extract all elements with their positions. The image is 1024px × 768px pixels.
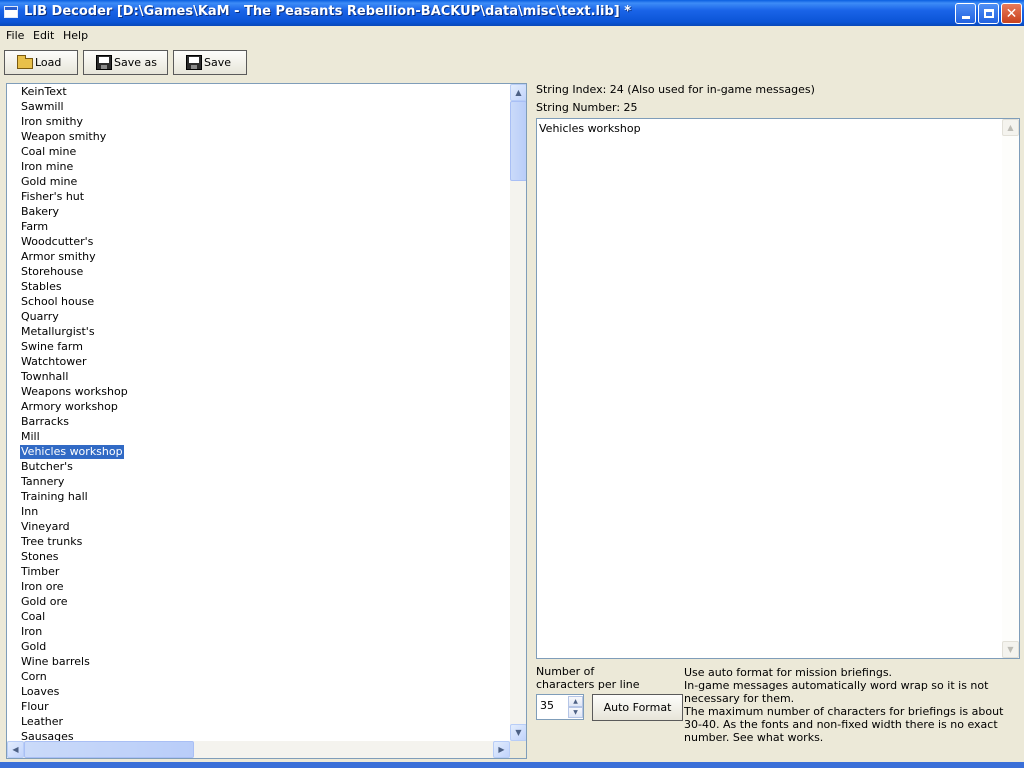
list-vertical-scroll-thumb[interactable]: [510, 101, 526, 181]
list-item[interactable]: Iron ore: [20, 580, 65, 594]
floppy-disk-icon: [96, 55, 112, 70]
scroll-right-arrow-icon[interactable]: ▶: [493, 741, 510, 758]
chars-per-line-label-2: characters per line: [536, 678, 640, 691]
chars-per-line-value[interactable]: 35: [540, 699, 554, 712]
list-item[interactable]: Sausages: [20, 730, 75, 741]
save-as-button[interactable]: Save as: [83, 50, 168, 75]
list-item[interactable]: Weapons workshop: [20, 385, 129, 399]
open-folder-icon: [17, 55, 33, 69]
string-list[interactable]: KeinText Sawmill Iron smithy Weapon smithy C…: [6, 83, 527, 759]
maximize-button[interactable]: [978, 3, 999, 24]
list-item[interactable]: Iron mine: [20, 160, 74, 174]
app-icon[interactable]: [4, 6, 18, 18]
list-horizontal-scroll-thumb[interactable]: [24, 741, 194, 758]
close-button[interactable]: ✕: [1001, 3, 1022, 24]
menu-edit[interactable]: Edit: [31, 29, 56, 42]
app-window: LIB Decoder [D:\Games\KaM - The Peasants…: [0, 0, 1024, 768]
list-item[interactable]: Swine farm: [20, 340, 84, 354]
string-text-editor[interactable]: Vehicles workshop ▲ ▼: [536, 118, 1020, 659]
string-list-items: KeinText Sawmill Iron smithy Weapon smithy C…: [7, 84, 510, 741]
minimize-icon: [961, 16, 970, 19]
editor-scroll-up-arrow-icon[interactable]: ▲: [1002, 119, 1019, 136]
list-item[interactable]: Quarry: [20, 310, 60, 324]
list-item[interactable]: Coal: [20, 610, 46, 624]
floppy-disk-icon: [186, 55, 202, 70]
list-item[interactable]: Bakery: [20, 205, 60, 219]
auto-format-help-text: Use auto format for mission briefings. I…: [684, 666, 1020, 744]
spin-down-arrow-icon[interactable]: ▼: [568, 707, 583, 718]
list-item[interactable]: Metallurgist's: [20, 325, 96, 339]
list-item[interactable]: Armory workshop: [20, 400, 119, 414]
list-vertical-scrollbar[interactable]: ▲ ▼: [510, 84, 526, 741]
scrollbar-corner: [510, 741, 526, 758]
load-button-label: Load: [35, 56, 62, 69]
editor-vertical-scrollbar[interactable]: ▲ ▼: [1002, 119, 1019, 658]
list-item[interactable]: Vineyard: [20, 520, 71, 534]
menu-help[interactable]: Help: [61, 29, 90, 42]
list-item[interactable]: Wine barrels: [20, 655, 91, 669]
save-button-label: Save: [204, 56, 232, 69]
restore-icon: [983, 9, 994, 18]
window-title: LIB Decoder [D:\Games\KaM - The Peasants…: [24, 4, 632, 19]
spin-up-arrow-icon[interactable]: ▲: [568, 696, 583, 707]
close-icon: ✕: [1005, 5, 1018, 22]
list-item[interactable]: Gold: [20, 640, 47, 654]
list-item[interactable]: Armor smithy: [20, 250, 97, 264]
string-number-label: String Number: 25: [536, 101, 638, 114]
list-horizontal-scrollbar[interactable]: ◀ ▶: [7, 741, 510, 758]
list-item[interactable]: Corn: [20, 670, 48, 684]
editor-scroll-down-arrow-icon[interactable]: ▼: [1002, 641, 1019, 658]
title-bar[interactable]: LIB Decoder [D:\Games\KaM - The Peasants…: [0, 0, 1024, 26]
list-item[interactable]: Tannery: [20, 475, 65, 489]
list-item[interactable]: Mill: [20, 430, 41, 444]
list-item[interactable]: Watchtower: [20, 355, 88, 369]
save-as-button-label: Save as: [114, 56, 157, 69]
list-item[interactable]: Gold mine: [20, 175, 78, 189]
load-button[interactable]: Load: [4, 50, 78, 75]
list-item[interactable]: Stables: [20, 280, 63, 294]
list-item[interactable]: Gold ore: [20, 595, 69, 609]
list-item[interactable]: KeinText: [20, 85, 68, 99]
list-item[interactable]: Iron: [20, 625, 43, 639]
list-item[interactable]: Storehouse: [20, 265, 84, 279]
list-item[interactable]: Timber: [20, 565, 60, 579]
menu-file[interactable]: File: [4, 29, 26, 42]
menu-bar: File Edit Help: [0, 26, 1024, 46]
minimize-button[interactable]: [955, 3, 976, 24]
auto-format-button[interactable]: Auto Format: [592, 694, 683, 721]
list-item[interactable]: Sawmill: [20, 100, 65, 114]
help-text-line: The maximum number of characters for bri…: [684, 705, 1004, 744]
list-item[interactable]: School house: [20, 295, 95, 309]
list-item[interactable]: Inn: [20, 505, 39, 519]
list-item[interactable]: Tree trunks: [20, 535, 83, 549]
list-item[interactable]: Weapon smithy: [20, 130, 107, 144]
list-item[interactable]: Iron smithy: [20, 115, 84, 129]
list-item[interactable]: Stones: [20, 550, 60, 564]
list-item[interactable]: Training hall: [20, 490, 89, 504]
list-item[interactable]: Woodcutter's: [20, 235, 94, 249]
list-item[interactable]: Loaves: [20, 685, 60, 699]
help-text-line: In-game messages automatically word wrap…: [684, 679, 989, 705]
list-item[interactable]: Farm: [20, 220, 49, 234]
string-index-label: String Index: 24 (Also used for in-game …: [536, 83, 815, 96]
chars-per-line-spinner[interactable]: 35 ▲ ▼: [536, 694, 584, 720]
list-item[interactable]: Fisher's hut: [20, 190, 85, 204]
scroll-left-arrow-icon[interactable]: ◀: [7, 741, 24, 758]
list-item[interactable]: Coal mine: [20, 145, 77, 159]
save-button[interactable]: Save: [173, 50, 247, 75]
list-item[interactable]: Townhall: [20, 370, 69, 384]
help-text-line: Use auto format for mission briefings.: [684, 666, 893, 679]
chars-per-line-label-1: Number of: [536, 665, 595, 678]
scroll-up-arrow-icon[interactable]: ▲: [510, 84, 526, 101]
window-bottom-edge: [0, 762, 1024, 768]
scroll-down-arrow-icon[interactable]: ▼: [510, 724, 526, 741]
list-item[interactable]: Vehicles workshop: [20, 445, 124, 459]
list-item[interactable]: Barracks: [20, 415, 70, 429]
list-item[interactable]: Butcher's: [20, 460, 74, 474]
list-item[interactable]: Leather: [20, 715, 64, 729]
list-item[interactable]: Flour: [20, 700, 50, 714]
string-text-value[interactable]: Vehicles workshop: [539, 122, 641, 135]
